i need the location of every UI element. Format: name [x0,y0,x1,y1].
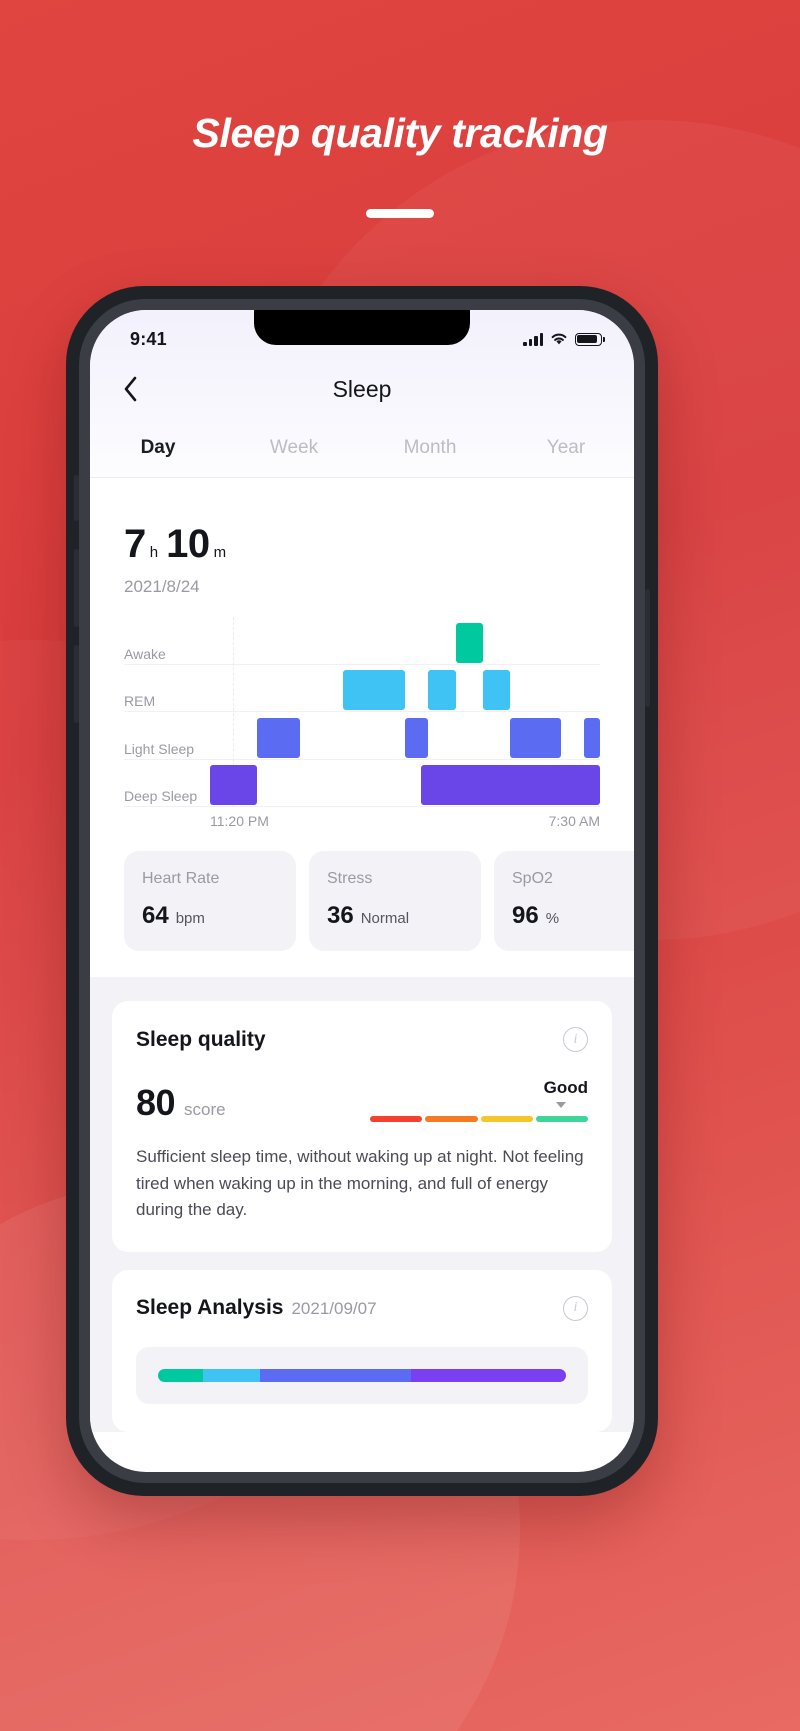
tab-month[interactable]: Month [362,437,498,459]
volume-up-button[interactable] [74,549,79,627]
wifi-icon [551,333,567,345]
chart-label-deep-sleep: Deep Sleep [124,788,198,804]
sleep-score: 80 score [136,1082,226,1124]
metric-label: Stress [327,870,373,887]
sleep-segment-rem [483,670,511,711]
tab-day[interactable]: Day [90,437,226,459]
sleep-quality-rating: Good [543,1078,588,1097]
analysis-bar-segment-2 [259,1368,411,1382]
info-icon[interactable]: i [563,1027,588,1052]
info-icon[interactable]: i [563,1295,588,1321]
promo-title: Sleep quality tracking [192,110,608,156]
battery-icon [575,332,605,346]
sleep-analysis-date: 2021/09/07 [291,1299,377,1319]
chart-time-axis: 11:20 PM 7:30 AM [124,813,600,829]
metric-unit: % [545,910,560,927]
phone-frame: 9:41 Sleep Day Week Month Year 7 h 10 m … [66,286,658,1496]
sleep-analysis-card: Sleep Analysis 2021/09/07 i [112,1269,612,1432]
sleep-segment-light-sleep [584,717,600,758]
status-icons [523,332,605,346]
sleep-quality-description: Sufficient sleep time, without waking up… [136,1147,584,1220]
analysis-bar-segment-1 [202,1368,260,1382]
sleep-duration: 7 h 10 m [124,522,600,567]
phone-notch [254,310,470,345]
status-time: 9:41 [130,328,167,349]
sleep-analysis-bar[interactable] [158,1368,566,1382]
phone-screen: 9:41 Sleep Day Week Month Year 7 h 10 m … [90,310,634,1472]
gauge-marker-icon [555,1102,566,1108]
metric-cards: Heart Rate 64 bpm Stress 36 Normal SpO2 … [124,851,634,977]
duration-hours: 7 [124,522,146,566]
sleep-quality-score-row: 80 score Good [136,1078,588,1124]
sleep-analysis-title-text: Sleep Analysis [136,1296,284,1320]
chart-label-awake: Awake [124,645,166,662]
gauge-segment-0 [370,1116,423,1122]
sleep-analysis-bar-container [136,1346,588,1404]
metric-card-heart-rate[interactable]: Heart Rate 64 bpm [124,851,296,951]
sleep-analysis-title: Sleep Analysis 2021/09/07 [136,1296,377,1320]
metric-value-row: 64 bpm [142,902,278,930]
metric-label: SpO2 [512,870,553,887]
metric-value-row: 96 % [512,902,634,930]
volume-down-button[interactable] [74,645,79,723]
sleep-score-unit: score [184,1100,226,1119]
sleep-analysis-header: Sleep Analysis 2021/09/07 i [136,1295,588,1321]
analysis-bar-segment-0 [158,1368,203,1382]
sleep-segment-light-sleep [405,717,429,758]
duration-hours-unit: h [149,544,159,561]
sleep-date: 2021/8/24 [124,577,200,596]
nav-bar: Sleep [90,360,634,418]
chart-plot-area [210,617,600,807]
metric-label: Heart Rate [142,870,220,887]
gauge-segments [370,1116,588,1122]
sleep-segment-deep-sleep [420,765,600,806]
period-tabs: Day Week Month Year [90,418,634,478]
metric-card-stress[interactable]: Stress 36 Normal [309,851,481,951]
metric-value: 64 [142,902,169,929]
sleep-quality-gauge: Good [370,1078,588,1124]
tab-week[interactable]: Week [226,437,362,459]
sleep-score-value: 80 [136,1082,176,1123]
duration-minutes: 10 [166,522,210,566]
cellular-signal-icon [523,332,543,346]
metric-unit: bpm [175,910,205,927]
axis-end-label: 7:30 AM [548,813,600,829]
metric-value: 96 [512,902,539,929]
sleep-segment-light-sleep [510,717,561,758]
sleep-segment-awake [455,622,483,663]
page-title: Sleep [332,375,392,402]
gauge-segment-1 [425,1116,478,1122]
duration-minutes-unit: m [213,544,227,561]
sleep-quality-card: Sleep quality i 80 score Good Sufficient… [112,1001,612,1252]
chart-label-rem: REM [124,693,156,709]
metric-unit: Normal [360,910,410,927]
lower-scroll-area[interactable]: Sleep quality i 80 score Good Sufficient… [90,977,634,1432]
sleep-quality-title: Sleep quality [136,1027,266,1051]
phone-bezel: 9:41 Sleep Day Week Month Year 7 h 10 m … [74,299,650,1483]
sleep-stage-chart[interactable]: Awake REM Light Sleep Deep Sleep [124,617,600,807]
tab-year[interactable]: Year [498,437,634,459]
power-button[interactable] [645,589,650,707]
sleep-segment-rem [342,670,405,711]
sleep-segment-deep-sleep [210,765,257,806]
chart-label-light-sleep: Light Sleep [124,740,195,757]
promo-divider [366,209,434,218]
sleep-summary-section: 7 h 10 m 2021/8/24 Awake REM Light Sleep… [90,478,634,977]
sleep-quality-header: Sleep quality i [136,1027,588,1052]
metric-card-spo2[interactable]: SpO2 96 % [494,851,634,951]
sleep-segment-rem [428,670,456,711]
sleep-segment-light-sleep [256,717,300,758]
gauge-segment-3 [535,1116,588,1122]
silent-switch[interactable] [74,475,79,521]
analysis-bar-segment-3 [410,1368,566,1382]
axis-start-label: 11:20 PM [210,813,269,829]
metric-value-row: 36 Normal [327,902,463,930]
metric-value: 36 [327,902,354,929]
gauge-segment-2 [480,1116,533,1122]
